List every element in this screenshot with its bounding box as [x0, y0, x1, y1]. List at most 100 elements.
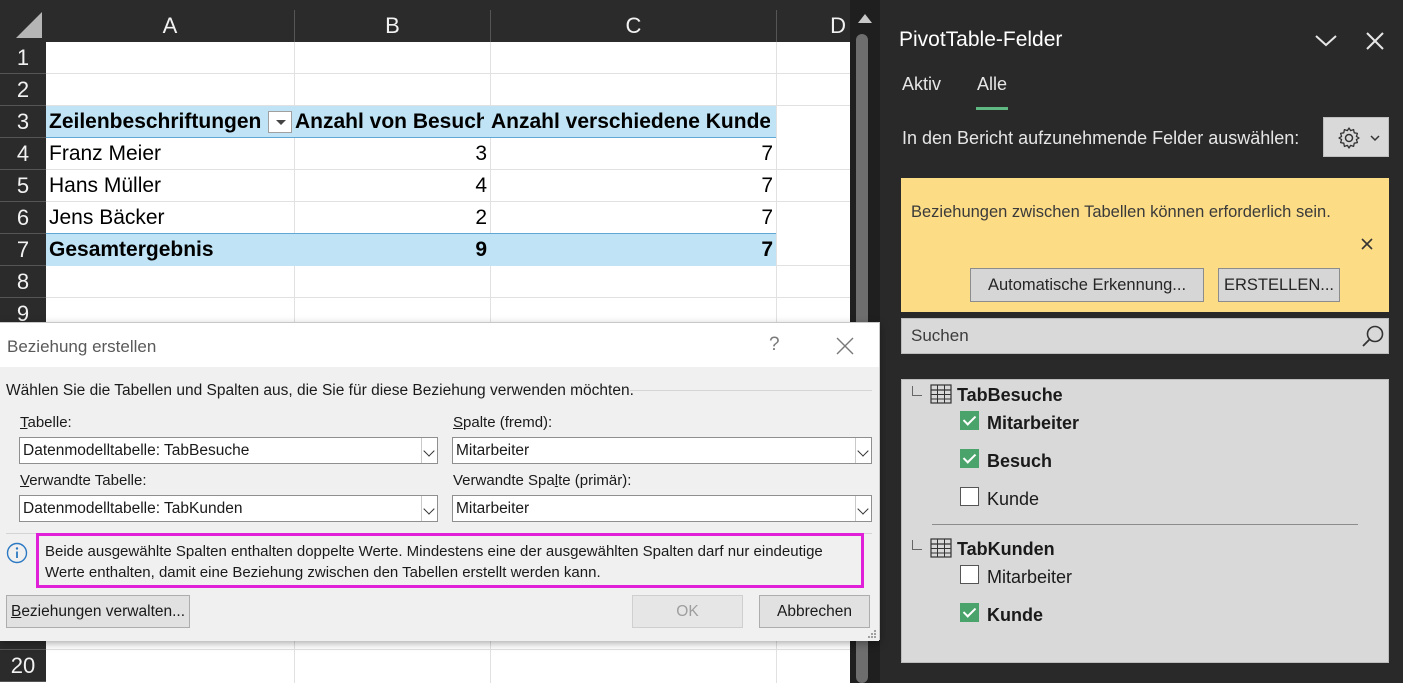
pivot-row-label[interactable]: Franz Meier — [49, 138, 289, 170]
pivot-header-kunde[interactable]: Anzahl verschiedene Kunde — [491, 106, 770, 138]
row-header-6[interactable]: 6 — [0, 202, 46, 234]
pane-title: PivotTable-Felder — [899, 28, 1063, 51]
pivot-cell-kunde[interactable]: 7 — [491, 170, 773, 202]
table-select[interactable]: Datenmodelltabelle: TabBesuche — [19, 437, 438, 464]
grid-line — [46, 73, 850, 74]
pivot-cell-besuch[interactable]: 2 — [295, 202, 487, 234]
relationship-notice: Beziehungen zwischen Tabellen können erf… — [901, 178, 1389, 312]
related-table-select[interactable]: Datenmodelltabelle: TabKunden — [19, 495, 438, 522]
column-header-b[interactable]: B — [295, 10, 491, 42]
tab-alle[interactable]: Alle — [977, 74, 1007, 95]
label-text: palte (fremd): — [463, 414, 553, 431]
row-header-8[interactable]: 8 — [0, 266, 46, 298]
tree-connector — [912, 386, 922, 396]
pivot-header-besuch[interactable]: Anzahl von Besuch — [295, 106, 484, 138]
access-key: V — [20, 472, 30, 489]
field-checkbox-kunde[interactable] — [960, 603, 979, 622]
dialog-titlebar[interactable]: Beziehung erstellen ? — [0, 323, 879, 367]
cancel-button[interactable]: Abbrechen — [759, 595, 870, 628]
scroll-up-icon[interactable] — [858, 14, 872, 23]
label-text: te (primär): — [558, 472, 632, 489]
field-label-besuch[interactable]: Besuch — [987, 451, 1052, 472]
pivot-cell-kunde[interactable]: 7 — [491, 202, 773, 234]
close-icon[interactable] — [1364, 30, 1386, 52]
field-checkbox-kunde[interactable] — [960, 487, 979, 506]
pivot-row-label[interactable]: Jens Bäcker — [49, 202, 289, 234]
label-text: erwandte Tabelle: — [29, 472, 147, 489]
pivot-cell-besuch[interactable]: 3 — [295, 138, 487, 170]
row-label-filter-button[interactable] — [268, 111, 292, 133]
chevron-down-icon[interactable] — [421, 438, 437, 463]
dialog-body: Wählen Sie die Tabellen und Spalten aus,… — [0, 367, 879, 641]
pivot-total-label[interactable]: Gesamtergebnis — [49, 234, 289, 266]
grid-line — [46, 297, 850, 298]
dialog-instructions: Wählen Sie die Tabellen und Spalten aus,… — [6, 382, 634, 399]
field-checkbox-mitarbeiter[interactable] — [960, 411, 979, 430]
column-header-bar — [46, 0, 850, 10]
ok-button[interactable]: OK — [632, 595, 743, 628]
field-label-kunde[interactable]: Kunde — [987, 605, 1043, 626]
access-key: T — [20, 414, 28, 431]
search-icon[interactable] — [1360, 324, 1386, 350]
row-header-3[interactable]: 3 — [0, 106, 46, 138]
message-text: Beide ausgewählte Spalten enthalten dopp… — [45, 543, 823, 581]
table-name-tabbesuche[interactable]: TabBesuche — [957, 385, 1063, 406]
button-label: eziehungen verwalten... — [21, 603, 186, 620]
pivot-row-label[interactable]: Hans Müller — [49, 170, 289, 202]
row-header-1[interactable]: 1 — [0, 42, 46, 74]
field-checkbox-mitarbeiter[interactable] — [960, 565, 979, 584]
pivot-cell-besuch[interactable]: 4 — [295, 170, 487, 202]
table-label: Tabelle: — [20, 414, 72, 431]
column-header-a[interactable]: A — [46, 10, 295, 42]
field-checkbox-besuch[interactable] — [960, 449, 979, 468]
field-list: TabBesuche Mitarbeiter Besuch Kunde TabK… — [901, 379, 1389, 663]
auto-detect-button[interactable]: Automatische Erkennung... — [970, 268, 1204, 302]
chevron-down-icon[interactable] — [421, 496, 437, 521]
pivot-cell-kunde[interactable]: 7 — [491, 138, 773, 170]
manage-relationships-button[interactable]: Beziehungen verwalten... — [6, 595, 190, 628]
field-label-mitarbeiter[interactable]: Mitarbeiter — [987, 413, 1079, 434]
row-header-7[interactable]: 7 — [0, 234, 46, 266]
related-column-select[interactable]: Mitarbeiter — [452, 495, 872, 522]
row-header-2[interactable]: 2 — [0, 74, 46, 106]
field-label-kunde[interactable]: Kunde — [987, 489, 1039, 510]
resize-grip-icon[interactable] — [867, 629, 877, 639]
chevron-down-icon[interactable] — [855, 496, 871, 521]
create-relationship-dialog: Beziehung erstellen ? Wählen Sie die Tab… — [0, 322, 880, 641]
pivot-total-besuch[interactable]: 9 — [295, 234, 487, 266]
notice-text: Beziehungen zwischen Tabellen können erf… — [911, 203, 1331, 221]
tree-connector — [912, 540, 922, 550]
field-label-mitarbeiter[interactable]: Mitarbeiter — [987, 567, 1072, 588]
gear-icon — [1338, 127, 1360, 149]
pivottable-fields-pane: PivotTable-Felder Aktiv Alle In den Beri… — [880, 0, 1403, 683]
choose-fields-label: In den Bericht aufzunehmende Felder ausw… — [902, 128, 1300, 148]
related-column-label: Verwandte Spalte (primär): — [453, 472, 631, 489]
field-list-settings-button[interactable] — [1323, 117, 1389, 157]
row-header-4[interactable]: 4 — [0, 138, 46, 170]
create-relationship-button[interactable]: ERSTELLEN... — [1218, 268, 1340, 302]
table-name-tabkunden[interactable]: TabKunden — [957, 539, 1055, 560]
column-header-d[interactable]: D — [777, 10, 850, 42]
related-column-select-value: Mitarbeiter — [456, 500, 530, 517]
close-icon[interactable] — [1359, 236, 1375, 252]
chevron-down-icon[interactable] — [1314, 30, 1338, 50]
tab-aktiv[interactable]: Aktiv — [902, 74, 941, 95]
info-icon — [6, 542, 28, 564]
pivot-header-rows[interactable]: Zeilenbeschriftungen — [49, 106, 267, 138]
active-tab-indicator — [976, 107, 1008, 110]
access-key: S — [453, 414, 464, 431]
row-header-20[interactable]: 20 — [0, 650, 46, 682]
select-all-icon — [16, 12, 42, 38]
select-all-corner[interactable] — [0, 0, 46, 42]
field-search-input[interactable]: Suchen — [901, 318, 1389, 354]
column-header-c[interactable]: C — [491, 10, 777, 42]
chevron-down-icon[interactable] — [855, 438, 871, 463]
row-header-5[interactable]: 5 — [0, 170, 46, 202]
label-text: Verwandte Spa — [453, 472, 555, 489]
column-select[interactable]: Mitarbeiter — [452, 437, 872, 464]
close-icon[interactable] — [836, 337, 854, 355]
search-placeholder: Suchen — [911, 326, 969, 345]
help-button[interactable]: ? — [769, 334, 780, 356]
pivot-total-kunde[interactable]: 7 — [491, 234, 773, 266]
chevron-down-icon — [1370, 135, 1380, 142]
